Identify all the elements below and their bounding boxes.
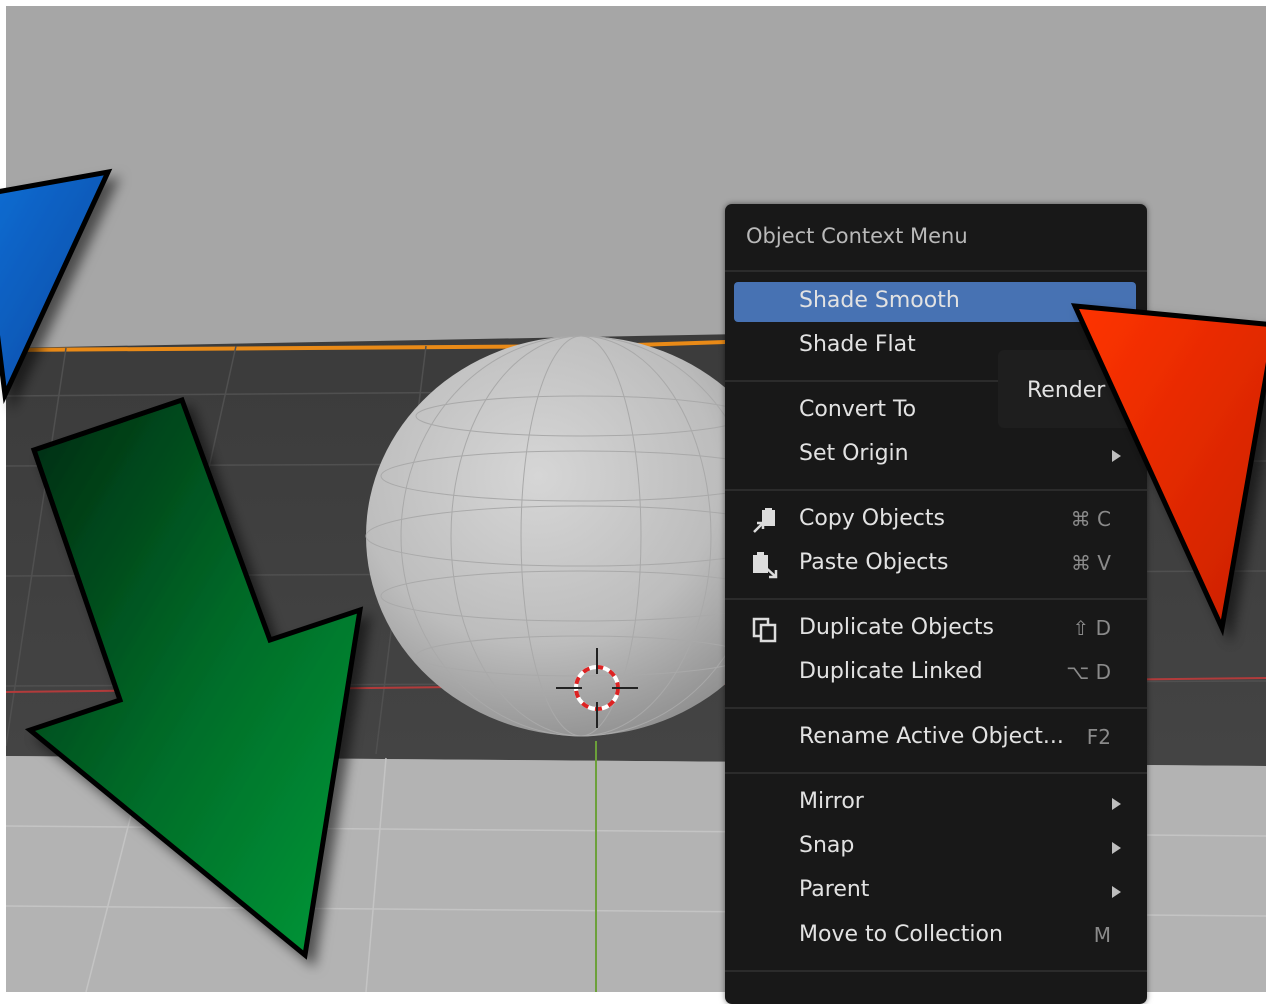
menu-item-move-to-collection[interactable]: Move to Collection M xyxy=(734,916,1136,956)
render-submenu-peek[interactable]: Render xyxy=(998,350,1138,428)
menu-item-copy-objects[interactable]: Copy Objects ⌘ C xyxy=(734,500,1136,540)
submenu-arrow-icon xyxy=(1112,886,1121,898)
menu-separator xyxy=(725,970,1147,972)
object-context-menu[interactable]: Object Context Menu Shade Smooth Shade F… xyxy=(725,204,1147,1004)
menu-item-label: Shade Flat xyxy=(799,332,916,357)
submenu-arrow-icon xyxy=(1112,842,1121,854)
menu-item-paste-objects[interactable]: Paste Objects ⌘ V xyxy=(734,544,1136,584)
copy-objects-icon xyxy=(753,508,775,533)
menu-item-label: Snap xyxy=(799,833,855,858)
menu-separator xyxy=(725,707,1147,709)
submenu-arrow-icon xyxy=(1112,798,1121,810)
menu-item-parent[interactable]: Parent xyxy=(734,871,1136,911)
menu-item-shade-smooth[interactable]: Shade Smooth xyxy=(734,282,1136,322)
menu-separator xyxy=(725,772,1147,774)
menu-item-label: Duplicate Objects xyxy=(799,615,994,640)
menu-item-duplicate-linked[interactable]: Duplicate Linked ⌥ D xyxy=(734,653,1136,693)
menu-separator xyxy=(725,489,1147,491)
menu-item-label: Copy Objects xyxy=(799,506,945,531)
shortcut-label: ⌘ C xyxy=(1070,507,1111,531)
shortcut-label: F2 xyxy=(1086,725,1111,749)
menu-item-label: Paste Objects xyxy=(799,550,949,575)
menu-item-duplicate-objects[interactable]: Duplicate Objects ⇧ D xyxy=(734,609,1136,649)
shortcut-label: ⌥ D xyxy=(1066,660,1111,684)
menu-item-snap[interactable]: Snap xyxy=(734,827,1136,867)
menu-item-label: Move to Collection xyxy=(799,922,1003,947)
shortcut-label: ⌘ V xyxy=(1070,551,1111,575)
menu-item-label: Duplicate Linked xyxy=(799,659,983,684)
menu-item-set-origin[interactable]: Set Origin xyxy=(734,435,1136,475)
menu-item-rename-active-object[interactable]: Rename Active Object... F2 xyxy=(734,718,1136,758)
submenu-label: Render xyxy=(1027,378,1106,403)
shortcut-label: ⇧ D xyxy=(1072,616,1111,640)
menu-title: Object Context Menu xyxy=(746,224,968,248)
menu-separator xyxy=(725,598,1147,600)
duplicate-objects-icon xyxy=(752,617,777,643)
menu-item-label: Shade Smooth xyxy=(799,288,960,313)
menu-item-label: Convert To xyxy=(799,397,917,422)
paste-objects-icon xyxy=(753,552,778,579)
submenu-arrow-icon xyxy=(1112,450,1121,462)
menu-item-mirror[interactable]: Mirror xyxy=(734,783,1136,823)
shortcut-label: M xyxy=(1093,923,1111,947)
menu-item-label: Rename Active Object... xyxy=(799,724,1064,749)
menu-item-label: Set Origin xyxy=(799,441,909,466)
menu-item-label: Parent xyxy=(799,877,870,902)
menu-item-label: Mirror xyxy=(799,789,864,814)
menu-separator xyxy=(725,270,1147,272)
